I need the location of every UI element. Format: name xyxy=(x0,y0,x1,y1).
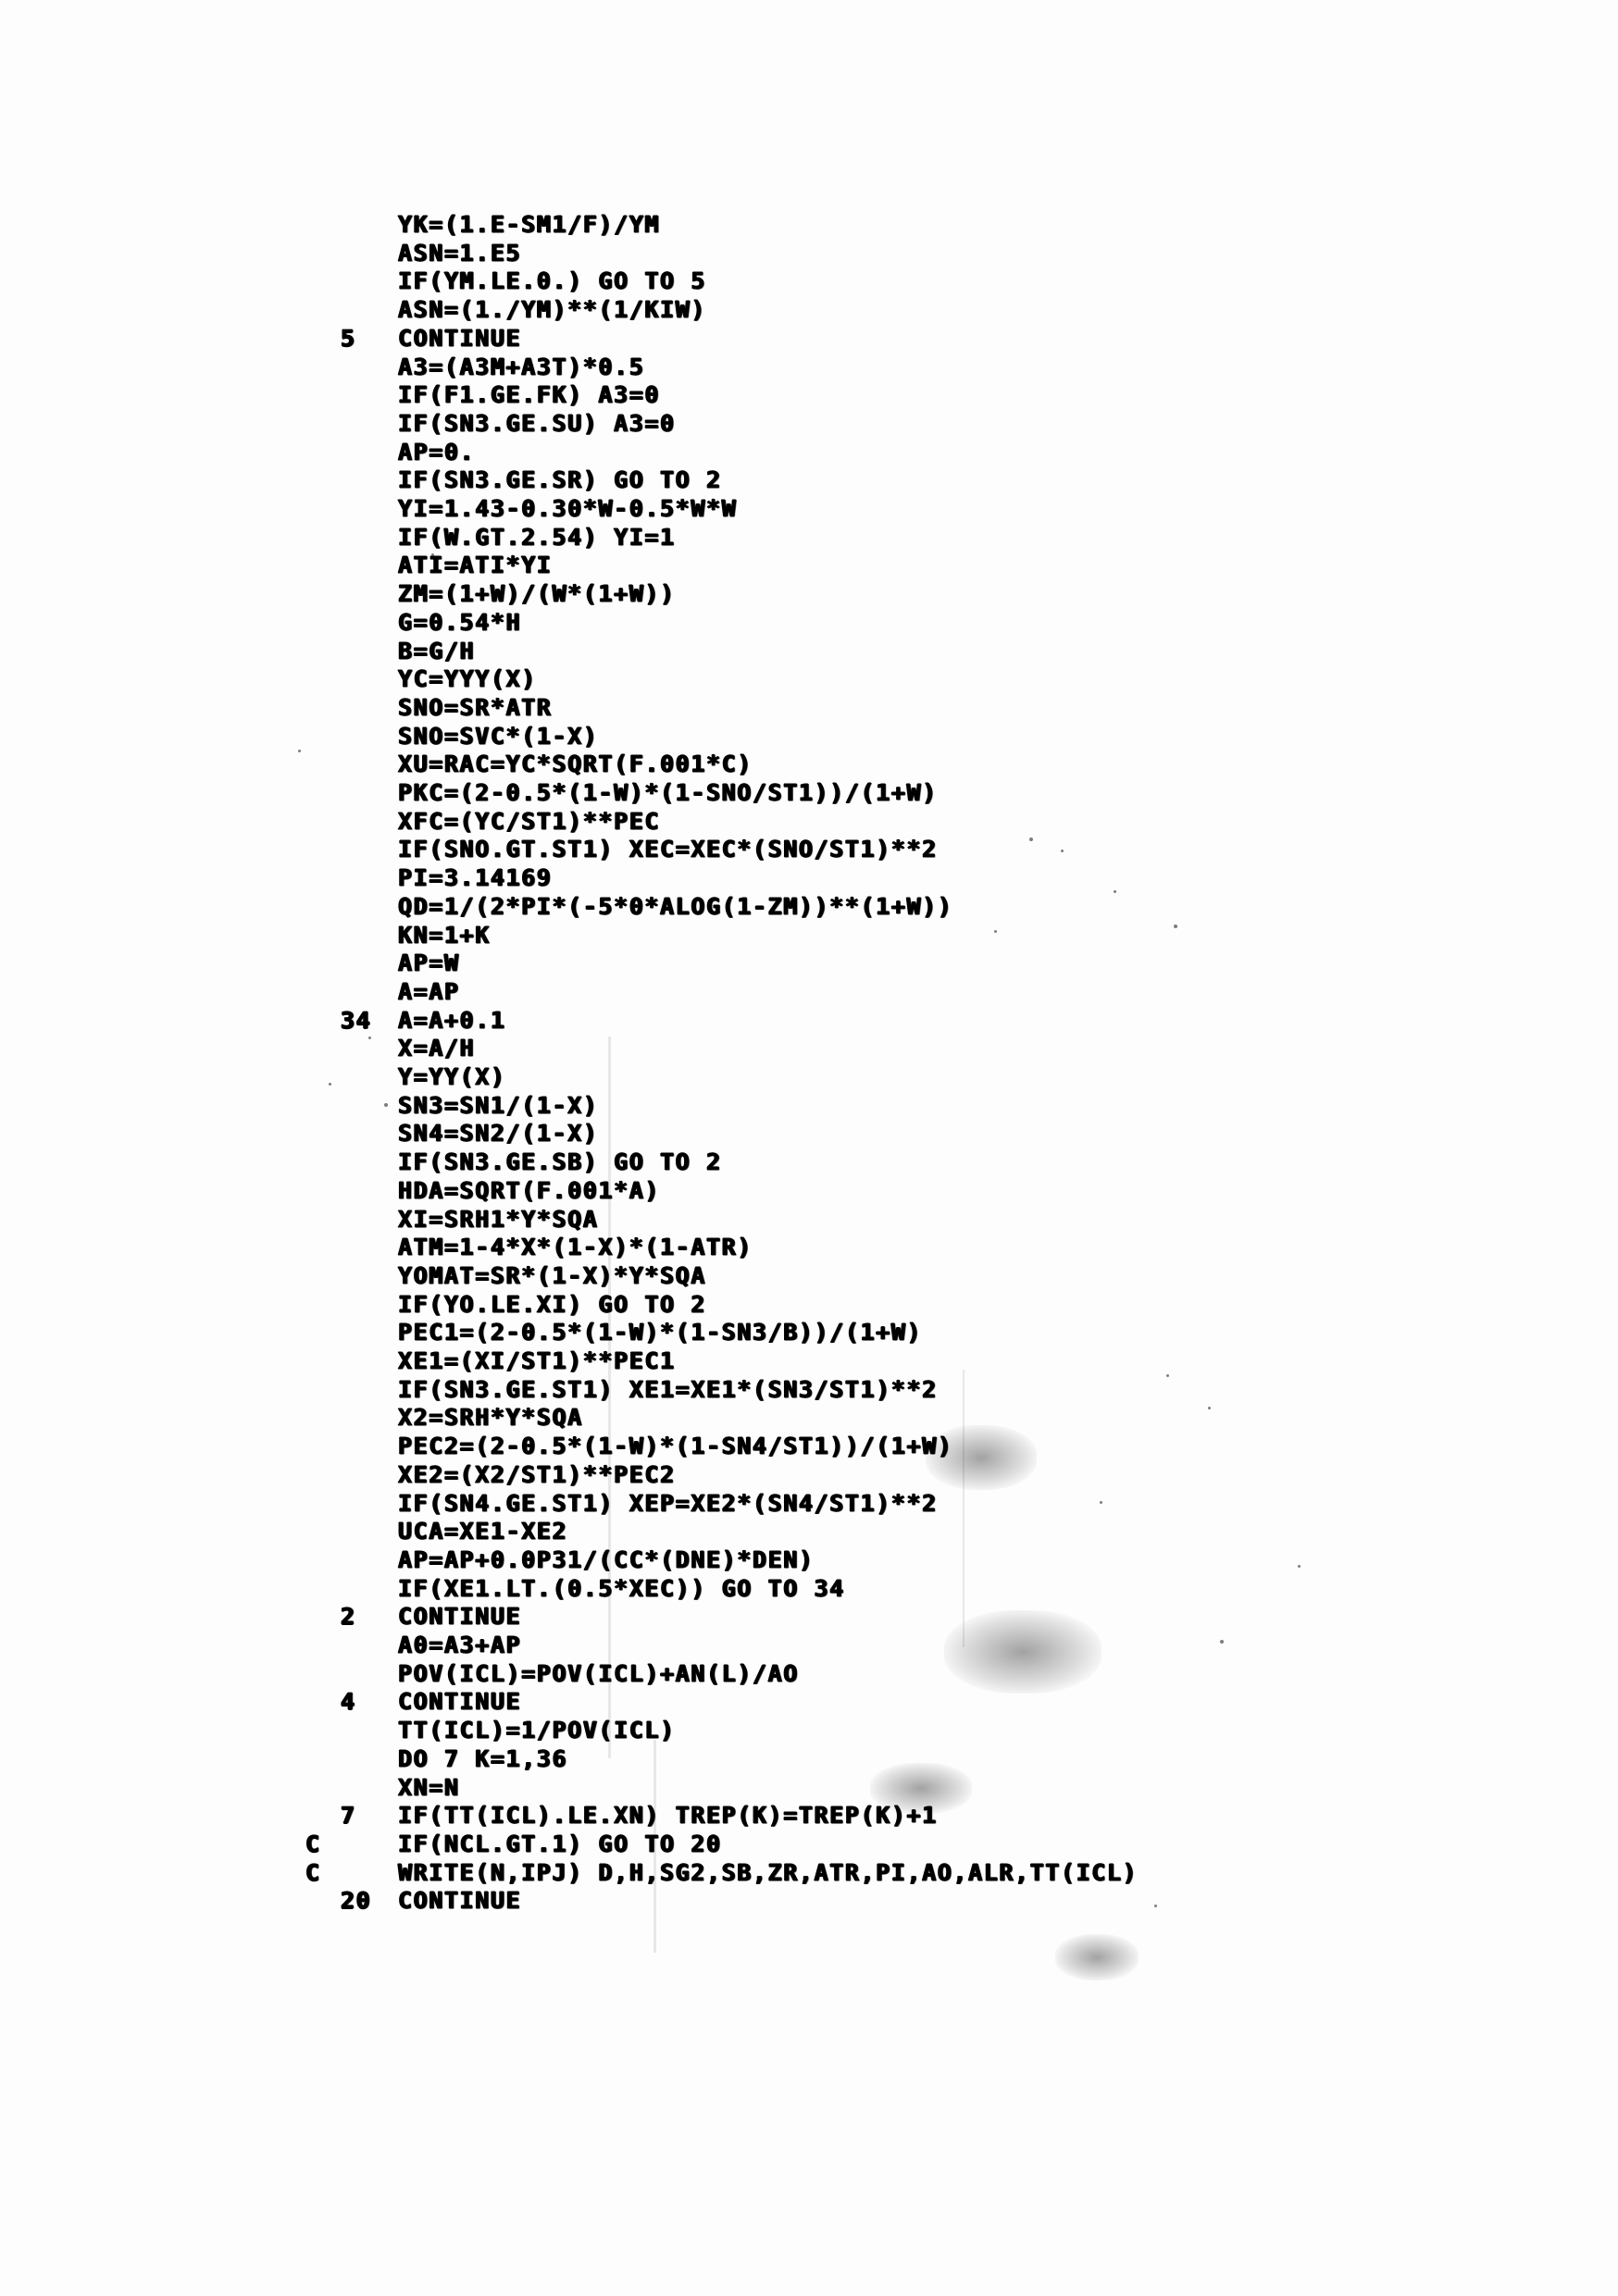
code-line: IF(F1.GE.FK) A3=0 xyxy=(398,381,661,409)
code-line: IF(SN3.GE.ST1) XE1=XE1*(SN3/ST1)**2 xyxy=(398,1376,938,1404)
code-line: ASN=1.E5 xyxy=(398,240,522,267)
code-line: UCA=XE1-XE2 xyxy=(398,1518,568,1545)
code-line: ASN=(1./YM)**(1/KIW) xyxy=(398,296,707,324)
code-line: PI=3.14169 xyxy=(398,864,553,892)
code-line: IF(SNO.GT.ST1) XEC=XEC*(SNO/ST1)**2 xyxy=(398,836,938,863)
code-line: XI=SRH1*Y*SQA xyxy=(398,1206,599,1234)
statement-label: 5 xyxy=(341,325,356,353)
code-line: CONTINUE xyxy=(398,1688,522,1716)
code-line: IF(TT(ICL).LE.XN) TREP(K)=TREP(K)+1 xyxy=(398,1802,938,1830)
statement-label: 20 xyxy=(341,1887,372,1915)
code-line: SNO=SVC*(1-X) xyxy=(398,723,599,751)
statement-label: C xyxy=(305,1859,321,1887)
code-line: CONTINUE xyxy=(398,1887,522,1915)
code-line: POV(ICL)=POV(ICL)+AN(L)/AO xyxy=(398,1660,799,1688)
code-line: AP=AP+0.0P31/(CC*(DNE)*DEN) xyxy=(398,1546,815,1574)
code-line: YC=YYY(X) xyxy=(398,665,537,693)
code-line: XE2=(X2/ST1)**PEC2 xyxy=(398,1461,676,1489)
code-line: ATM=1-4*X*(1-X)*(1-ATR) xyxy=(398,1234,753,1261)
scanned-page: YK=(1.E-SM1/F)/YM ASN=1.E5 IF(YM.LE.0.) GO… xyxy=(0,0,1618,2296)
code-line: ATI=ATI*YI xyxy=(398,552,553,579)
code-line: A=AP xyxy=(398,978,460,1006)
code-line: IF(SN4.GE.ST1) XEP=XE2*(SN4/ST1)**2 xyxy=(398,1490,938,1518)
code-line: PEC1=(2-0.5*(1-W)*(1-SN3/B))/(1+W) xyxy=(398,1319,923,1347)
code-line: XFC=(YC/ST1)**PEC xyxy=(398,808,661,836)
code-line: KN=1+K xyxy=(398,922,491,949)
code-line: SN4=SN2/(1-X) xyxy=(398,1120,599,1148)
code-line: A3=(A3M+A3T)*0.5 xyxy=(398,354,645,381)
statement-label: 4 xyxy=(341,1688,356,1716)
code-line: WRITE(N,IPJ) D,H,SG2,SB,ZR,ATR,PI,AO,ALR… xyxy=(398,1859,1139,1887)
code-line: AP=0. xyxy=(398,439,476,466)
code-line: CONTINUE xyxy=(398,325,522,353)
statement-label: 2 xyxy=(341,1603,356,1631)
code-line: YK=(1.E-SM1/F)/YM xyxy=(398,211,661,239)
code-line: PKC=(2-0.5*(1-W)*(1-SNO/ST1))/(1+W) xyxy=(398,779,938,807)
code-line: A=A+0.1 xyxy=(398,1007,506,1035)
code-line: YOMAT=SR*(1-X)*Y*SQA xyxy=(398,1262,707,1290)
code-line: Y=YY(X) xyxy=(398,1063,506,1091)
code-line: IF(SN3.GE.SR) GO TO 2 xyxy=(398,466,722,494)
code-line: X2=SRH*Y*SQA xyxy=(398,1404,583,1432)
fortran-code-listing: YK=(1.E-SM1/F)/YM ASN=1.E5 IF(YM.LE.0.) GO… xyxy=(0,0,1618,2296)
code-line: IF(NCL.GT.1) GO TO 20 xyxy=(398,1831,722,1858)
code-line: SN3=SN1/(1-X) xyxy=(398,1092,599,1120)
code-line: YI=1.43-0.30*W-0.5*W*W xyxy=(398,495,738,523)
code-line: DO 7 K=1,36 xyxy=(398,1745,568,1773)
code-line: PEC2=(2-0.5*(1-W)*(1-SN4/ST1))/(1+W) xyxy=(398,1433,953,1460)
code-line: SNO=SR*ATR xyxy=(398,694,553,722)
code-line: IF(XE1.LT.(0.5*XEC)) GO TO 34 xyxy=(398,1575,845,1603)
code-line: TT(ICL)=1/POV(ICL) xyxy=(398,1717,676,1744)
code-line: QD=1/(2*PI*(-5*0*ALOG(1-ZM))**(1+W)) xyxy=(398,893,953,921)
code-line: X=A/H xyxy=(398,1035,476,1062)
code-line: A0=A3+AP xyxy=(398,1632,522,1659)
code-line: CONTINUE xyxy=(398,1603,522,1631)
code-line: IF(SN3.GE.SB) GO TO 2 xyxy=(398,1148,722,1176)
code-line: XN=N xyxy=(398,1774,460,1802)
statement-label: 7 xyxy=(341,1802,356,1830)
code-line: AP=W xyxy=(398,949,460,977)
code-line: XU=RAC=YC*SQRT(F.001*C) xyxy=(398,751,753,778)
code-line: IF(W.GT.2.54) YI=1 xyxy=(398,524,676,552)
code-line: HDA=SQRT(F.001*A) xyxy=(398,1177,661,1205)
code-line: B=G/H xyxy=(398,638,476,665)
code-line: ZM=(1+W)/(W*(1+W)) xyxy=(398,580,676,608)
code-line: IF(YM.LE.0.) GO TO 5 xyxy=(398,267,707,295)
code-line: IF(YO.LE.XI) GO TO 2 xyxy=(398,1291,707,1319)
statement-label: C xyxy=(305,1831,321,1858)
statement-label: 34 xyxy=(341,1007,372,1035)
code-line: XE1=(XI/ST1)**PEC1 xyxy=(398,1347,676,1375)
code-line: IF(SN3.GE.SU) A3=0 xyxy=(398,410,676,438)
code-line: G=0.54*H xyxy=(398,609,522,637)
